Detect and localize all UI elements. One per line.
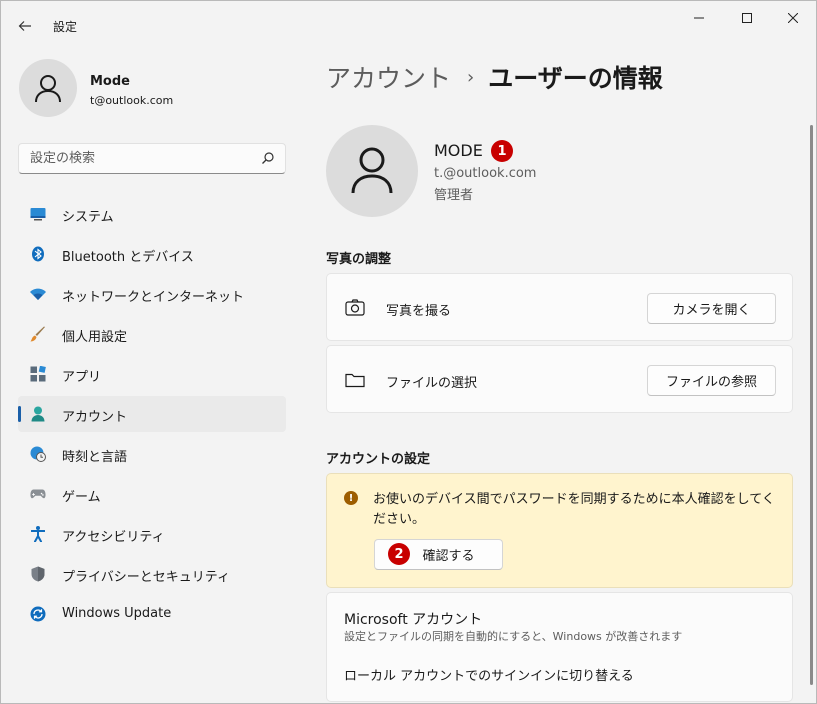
scrollbar[interactable] [809,125,813,703]
search-input[interactable] [19,144,251,173]
apps-icon [30,366,46,382]
title-bar: 設定 [1,1,816,49]
bluetooth-icon [30,246,46,262]
shield-icon [30,566,46,582]
sidebar-item-label: アプリ [62,370,102,385]
sidebar-item-network[interactable]: ネットワークとインターネット [18,276,286,312]
annotation-badge-2: 2 [388,543,410,565]
folder-icon [345,370,365,390]
search-icon[interactable] [261,151,275,165]
choose-file-label: ファイルの選択 [386,376,478,391]
scroll-thumb[interactable] [810,125,813,685]
sidebar-item-system[interactable]: システム [18,196,286,232]
back-button[interactable] [9,10,41,42]
sidebar-item-accounts[interactable]: アカウント [18,396,286,432]
breadcrumb: アカウント › ユーザーの情報 [326,59,663,95]
take-photo-card: 写真を撮る カメラを開く [326,273,793,341]
sidebar-item-label: アクセシビリティ [62,530,165,545]
sidebar-item-label: 個人用設定 [62,330,128,345]
profile-name: Mode [90,74,130,89]
person-icon [35,75,61,103]
sidebar-item-personalization[interactable]: 個人用設定 [18,316,286,352]
brush-icon [30,326,46,342]
app-title: 設定 [53,20,78,34]
section-title-account: アカウントの設定 [326,452,431,467]
update-icon [30,606,46,622]
arrow-left-icon [18,21,31,31]
warning-text: お使いのデバイス間でパスワードを同期するために本人確認をしてください。 [373,492,775,527]
profile-email: t@outlook.com [90,94,174,107]
minimize-button[interactable] [676,1,722,35]
wifi-icon [30,286,46,302]
sidebar-item-label: Windows Update [62,606,172,621]
close-button[interactable] [770,1,816,35]
sidebar-nav: システム Bluetooth とデバイス ネットワークとインターネット 個人用設… [18,196,286,636]
sidebar-item-label: アカウント [62,410,128,425]
browse-files-button[interactable]: ファイルの参照 [647,365,776,396]
account-icon [30,406,46,422]
gamepad-icon [30,486,46,502]
maximize-button[interactable] [724,1,770,35]
verify-button-label: 確認する [422,549,475,564]
sidebar-item-gaming[interactable]: ゲーム [18,476,286,512]
microsoft-account-description: 設定とファイルの同期を自動的にすると、Windows が改善されます [344,630,683,643]
sidebar-item-windows-update[interactable]: Windows Update [18,596,286,632]
switch-to-local-account-link[interactable]: ローカル アカウントでのサインインに切り替える [344,665,634,684]
sidebar-item-time-language[interactable]: 時刻と言語 [18,436,286,472]
take-photo-label: 写真を撮る [386,304,452,319]
search-box [18,143,286,174]
minimize-icon [694,17,704,19]
user-email: t.@outlook.com [434,166,537,181]
globe-clock-icon [30,446,46,462]
settings-window: 設定 Mode t@outlook.com 設定の検索 システム Bluetoo… [0,0,817,704]
user-avatar [326,125,418,217]
breadcrumb-parent[interactable]: アカウント [326,59,451,95]
camera-icon [345,298,365,318]
warning-icon: ! [344,491,358,505]
open-camera-button[interactable]: カメラを開く [647,293,776,324]
sidebar-item-accessibility[interactable]: アクセシビリティ [18,516,286,552]
sidebar-item-label: 時刻と言語 [62,450,128,465]
sidebar-item-privacy[interactable]: プライバシーとセキュリティ [18,556,286,592]
sidebar-item-bluetooth[interactable]: Bluetooth とデバイス [18,236,286,272]
breadcrumb-separator: › [467,66,475,88]
sidebar-profile[interactable]: Mode t@outlook.com [19,59,289,119]
choose-file-card: ファイルの選択 ファイルの参照 [326,345,793,413]
sidebar-item-label: Bluetooth とデバイス [62,250,194,265]
avatar [19,59,77,117]
user-header: MODE 1 t.@outlook.com 管理者 [326,125,786,217]
section-title-photo: 写真の調整 [326,252,392,267]
sidebar-item-label: プライバシーとセキュリティ [62,570,230,585]
person-icon [351,147,393,194]
sidebar-item-label: ゲーム [62,490,101,505]
microsoft-account-card: Microsoft アカウント 設定とファイルの同期を自動的にすると、Windo… [326,592,793,702]
sidebar-item-apps[interactable]: アプリ [18,356,286,392]
accessibility-icon [30,526,46,542]
user-name: MODE [434,141,483,160]
sidebar-item-label: ネットワークとインターネット [62,290,245,305]
microsoft-account-title: Microsoft アカウント [344,612,483,628]
page-title: ユーザーの情報 [488,64,663,93]
annotation-badge-1: 1 [491,140,513,162]
sidebar-item-label: システム [62,210,114,225]
verify-warning-card: ! お使いのデバイス間でパスワードを同期するために本人確認をしてください。 確認… [326,473,793,588]
maximize-icon [742,13,752,23]
user-role: 管理者 [434,188,474,203]
close-icon [788,13,798,23]
monitor-icon [30,206,46,222]
